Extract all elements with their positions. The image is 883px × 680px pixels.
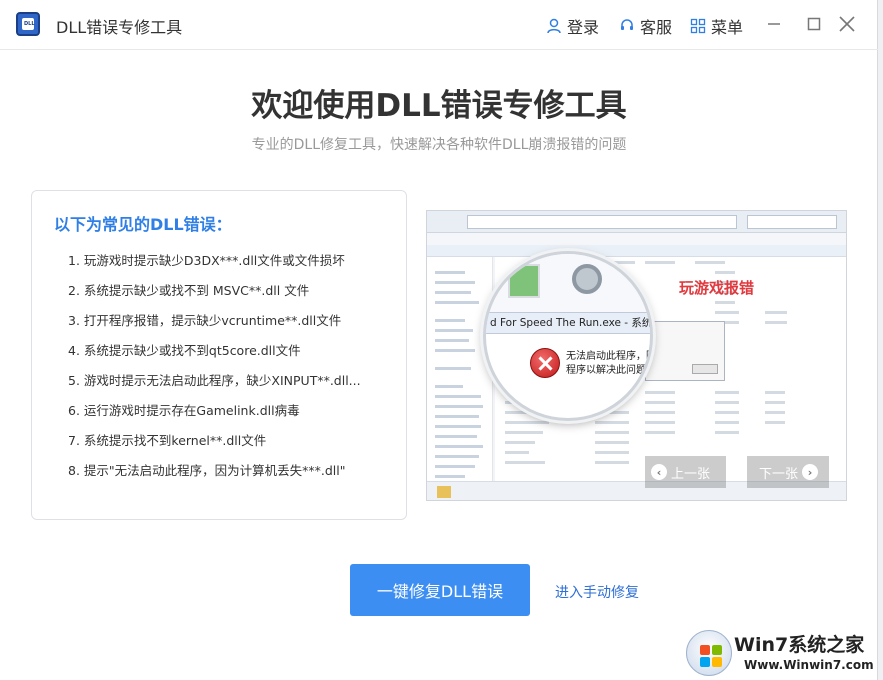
login-label: 登录 (567, 18, 600, 37)
login-button[interactable]: 登录 (546, 14, 599, 38)
errors-heading: 以下为常见的DLL错误： (54, 215, 232, 234)
error-item: 3. 打开程序报错，提示缺少vcruntime**.dll文件 (68, 313, 342, 328)
minimize-button[interactable] (764, 14, 784, 34)
page-title: 欢迎使用DLL错误专修工具 (251, 88, 627, 124)
preview-label: 玩游戏报错 (679, 279, 755, 297)
service-label: 客服 (640, 18, 673, 37)
preview-sidebar (427, 257, 493, 497)
error-item: 1. 玩游戏时提示缺少D3DX***.dll文件或文件损坏 (68, 253, 345, 268)
windows-logo-icon (686, 630, 732, 676)
preview-menu-bar (427, 233, 846, 245)
background-window-edge (878, 0, 883, 680)
error-item: 8. 提示"无法启动此程序，因为计算机丢失***.dll" (68, 463, 346, 478)
dialog-caption: d For Speed The Run.exe - 系统错误 (486, 312, 650, 334)
preview-error-dialog (645, 321, 725, 381)
app-logo-icon: DLL (16, 12, 40, 36)
error-item: 5. 游戏时提示无法启动此程序，缺少XINPUT**.dll... (68, 373, 361, 388)
settings-file-icon (572, 264, 602, 294)
close-button[interactable] (837, 14, 857, 34)
dialog-message: 无法启动此程序，因为计算机中丢 程序以解决此问题。 (566, 351, 653, 376)
menu-button[interactable]: 菜单 (690, 14, 743, 38)
grid-icon (690, 18, 706, 34)
one-click-fix-button[interactable]: 一键修复DLL错误 (350, 564, 530, 616)
error-item: 7. 系统提示找不到kernel**.dll文件 (68, 433, 267, 448)
user-icon (547, 18, 561, 34)
customer-service-button[interactable]: 客服 (619, 14, 672, 38)
manual-fix-link[interactable]: 进入手动修复 (555, 582, 639, 602)
watermark-brand: Win7系统之家 (734, 634, 865, 656)
chevron-right-icon: › (802, 464, 819, 480)
maximize-button[interactable] (804, 14, 824, 34)
image-file-icon (508, 264, 540, 298)
common-errors-panel: 以下为常见的DLL错误： 1. 玩游戏时提示缺少D3DX***.dll文件或文件… (31, 190, 407, 520)
headset-icon (621, 19, 633, 30)
next-slide-button[interactable]: 下一张 › (747, 456, 829, 488)
next-label: 下一张 (759, 466, 799, 482)
error-icon (530, 348, 560, 378)
error-item: 4. 系统提示缺少或找不到qt5core.dll文件 (68, 343, 301, 358)
watermark-url: Www.Winwin7.com (744, 658, 874, 672)
preview-address-bar (427, 211, 846, 233)
app-title: DLL错误专修工具 (56, 18, 183, 37)
close-icon (839, 16, 855, 32)
errors-list: 1. 玩游戏时提示缺少D3DX***.dll文件或文件损坏 2. 系统提示缺少或… (68, 253, 361, 493)
previous-slide-button[interactable]: ‹ 上一张 (645, 456, 726, 488)
error-preview-carousel: d For Speed The Run.exe - 系统错误 无法启动此程序，因… (426, 210, 847, 501)
menu-label: 菜单 (711, 18, 744, 37)
page-subtitle: 专业的DLL修复工具，快速解决各种软件DLL崩溃报错的问题 (251, 137, 627, 153)
error-item: 6. 运行游戏时提示存在Gamelink.dll病毒 (68, 403, 300, 418)
magnifier-lens: d For Speed The Run.exe - 系统错误 无法启动此程序，因… (483, 251, 653, 421)
maximize-icon (807, 17, 821, 31)
previous-label: 上一张 (671, 466, 711, 482)
minimize-icon (768, 23, 780, 25)
error-item: 2. 系统提示缺少或找不到 MSVC**.dll 文件 (68, 283, 310, 298)
chevron-left-icon: ‹ (651, 464, 667, 480)
app-window: DLL DLL错误专修工具 登录 客服 菜单 欢迎使用DLL错误专修工具 专业的… (0, 0, 878, 680)
site-watermark: Win7系统之家 Www.Winwin7.com (684, 626, 880, 678)
title-bar: DLL DLL错误专修工具 登录 客服 菜单 (0, 0, 878, 50)
